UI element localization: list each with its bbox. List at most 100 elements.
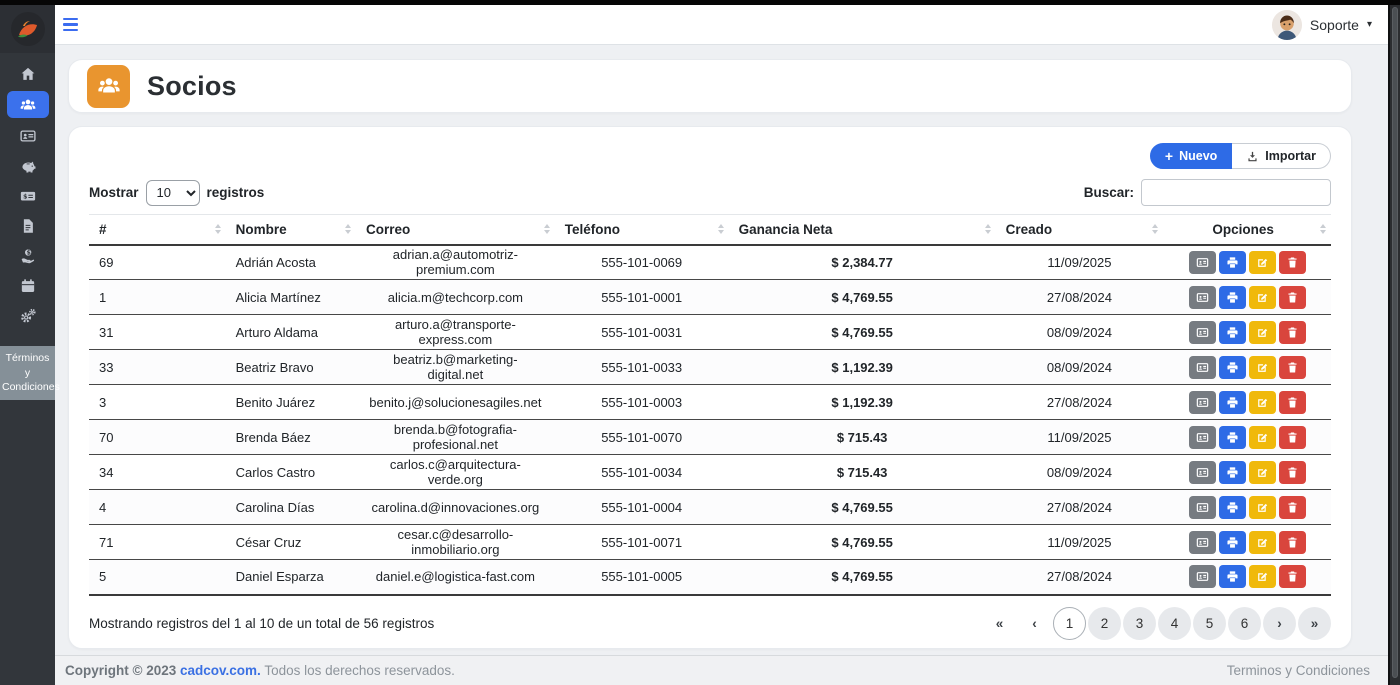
edit-button[interactable] <box>1249 531 1276 554</box>
print-button[interactable] <box>1219 426 1246 449</box>
hamburger-menu-icon[interactable] <box>63 14 89 36</box>
cell-telefono: 555-101-0034 <box>555 455 729 490</box>
page-size-select[interactable]: 10 <box>146 180 200 206</box>
cell-creado: 27/08/2024 <box>996 280 1164 315</box>
sidebar-item-settings[interactable] <box>7 303 49 328</box>
row-actions <box>1173 496 1321 519</box>
column-header-creado[interactable]: Creado <box>996 215 1164 245</box>
scrollbar-thumb[interactable] <box>1392 7 1398 678</box>
cell-num: 5 <box>89 560 226 595</box>
show-label: Mostrar <box>89 185 139 200</box>
view-id-card-button[interactable] <box>1189 391 1216 414</box>
view-id-card-button[interactable] <box>1189 321 1216 344</box>
column-header-nombre[interactable]: Nombre <box>226 215 356 245</box>
edit-button[interactable] <box>1249 251 1276 274</box>
footer-terms-link[interactable]: Terminos y Condiciones <box>1227 663 1370 678</box>
id-card-icon <box>1196 536 1209 549</box>
cell-ganancia: $ 4,769.55 <box>729 490 996 525</box>
edit-button[interactable] <box>1249 461 1276 484</box>
pagination-page[interactable]: 4 <box>1158 607 1191 640</box>
pagination-page[interactable]: 2 <box>1088 607 1121 640</box>
sidebar-item-savings[interactable] <box>7 153 49 178</box>
print-button[interactable] <box>1219 251 1246 274</box>
pagination-last[interactable]: » <box>1298 607 1331 640</box>
sidebar-item-payments[interactable]: $ <box>7 183 49 208</box>
delete-button[interactable] <box>1279 391 1306 414</box>
edit-pencil-icon <box>1256 361 1269 374</box>
print-button[interactable] <box>1219 461 1246 484</box>
import-button[interactable]: Importar <box>1232 143 1331 169</box>
main-area: Soporte ▾ Socios + Nuevo <box>55 5 1388 685</box>
print-button[interactable] <box>1219 391 1246 414</box>
view-id-card-button[interactable] <box>1189 251 1216 274</box>
view-id-card-button[interactable] <box>1189 286 1216 309</box>
column-header-telefono[interactable]: Teléfono <box>555 215 729 245</box>
delete-button[interactable] <box>1279 496 1306 519</box>
delete-button[interactable] <box>1279 356 1306 379</box>
sidebar-item-commissions[interactable]: $ <box>7 243 49 268</box>
sidebar-item-socios[interactable] <box>7 91 49 118</box>
edit-button[interactable] <box>1249 356 1276 379</box>
view-id-card-button[interactable] <box>1189 461 1216 484</box>
trash-icon <box>1286 466 1299 479</box>
edit-button[interactable] <box>1249 565 1276 588</box>
sidebar-terms-link[interactable]: Términos y Condiciones <box>0 346 55 400</box>
sidebar-item-home[interactable] <box>7 61 49 86</box>
cell-creado: 11/09/2025 <box>996 420 1164 455</box>
scrollbar <box>1388 0 1400 685</box>
print-button[interactable] <box>1219 565 1246 588</box>
delete-button[interactable] <box>1279 426 1306 449</box>
delete-button[interactable] <box>1279 565 1306 588</box>
page-users-icon <box>87 65 130 108</box>
sidebar-item-calendar[interactable] <box>7 273 49 298</box>
delete-button[interactable] <box>1279 251 1306 274</box>
column-header-correo[interactable]: Correo <box>356 215 555 245</box>
trash-icon <box>1286 291 1299 304</box>
plus-icon: + <box>1165 148 1173 164</box>
users-icon <box>19 96 37 114</box>
column-header-num[interactable]: # <box>89 215 226 245</box>
delete-button[interactable] <box>1279 321 1306 344</box>
print-button[interactable] <box>1219 286 1246 309</box>
delete-button[interactable] <box>1279 461 1306 484</box>
home-icon <box>19 65 37 83</box>
edit-button[interactable] <box>1249 321 1276 344</box>
column-header-opciones[interactable]: Opciones <box>1163 215 1331 245</box>
pagination-page[interactable]: 1 <box>1053 607 1086 640</box>
print-button[interactable] <box>1219 356 1246 379</box>
search-input[interactable] <box>1141 179 1331 206</box>
view-id-card-button[interactable] <box>1189 496 1216 519</box>
edit-button[interactable] <box>1249 391 1276 414</box>
new-button[interactable]: + Nuevo <box>1150 143 1232 169</box>
column-header-ganancia[interactable]: Ganancia Neta <box>729 215 996 245</box>
user-dropdown[interactable]: Soporte ▾ <box>1272 10 1372 40</box>
edit-button[interactable] <box>1249 286 1276 309</box>
print-button[interactable] <box>1219 531 1246 554</box>
edit-button[interactable] <box>1249 496 1276 519</box>
sidebar-nav: $ $ <box>0 53 55 328</box>
pagination-first[interactable]: « <box>983 607 1016 640</box>
pagination-page[interactable]: 3 <box>1123 607 1156 640</box>
pagination-next[interactable]: › <box>1263 607 1296 640</box>
sidebar-item-documents[interactable] <box>7 213 49 238</box>
printer-icon <box>1226 570 1239 583</box>
pagination-prev[interactable]: ‹ <box>1018 607 1051 640</box>
print-button[interactable] <box>1219 496 1246 519</box>
view-id-card-button[interactable] <box>1189 426 1216 449</box>
pagination-page[interactable]: 5 <box>1193 607 1226 640</box>
id-card-icon <box>1196 256 1209 269</box>
pagination-page[interactable]: 6 <box>1228 607 1261 640</box>
brand-link[interactable]: cadcov.com. <box>180 663 261 678</box>
delete-button[interactable] <box>1279 531 1306 554</box>
edit-button[interactable] <box>1249 426 1276 449</box>
delete-button[interactable] <box>1279 286 1306 309</box>
printer-icon <box>1226 326 1239 339</box>
view-id-card-button[interactable] <box>1189 356 1216 379</box>
page-header: Socios <box>68 59 1352 113</box>
cell-num: 33 <box>89 350 226 385</box>
sidebar-item-id-cards[interactable] <box>7 123 49 148</box>
records-label: registros <box>207 185 265 200</box>
view-id-card-button[interactable] <box>1189 531 1216 554</box>
view-id-card-button[interactable] <box>1189 565 1216 588</box>
print-button[interactable] <box>1219 321 1246 344</box>
